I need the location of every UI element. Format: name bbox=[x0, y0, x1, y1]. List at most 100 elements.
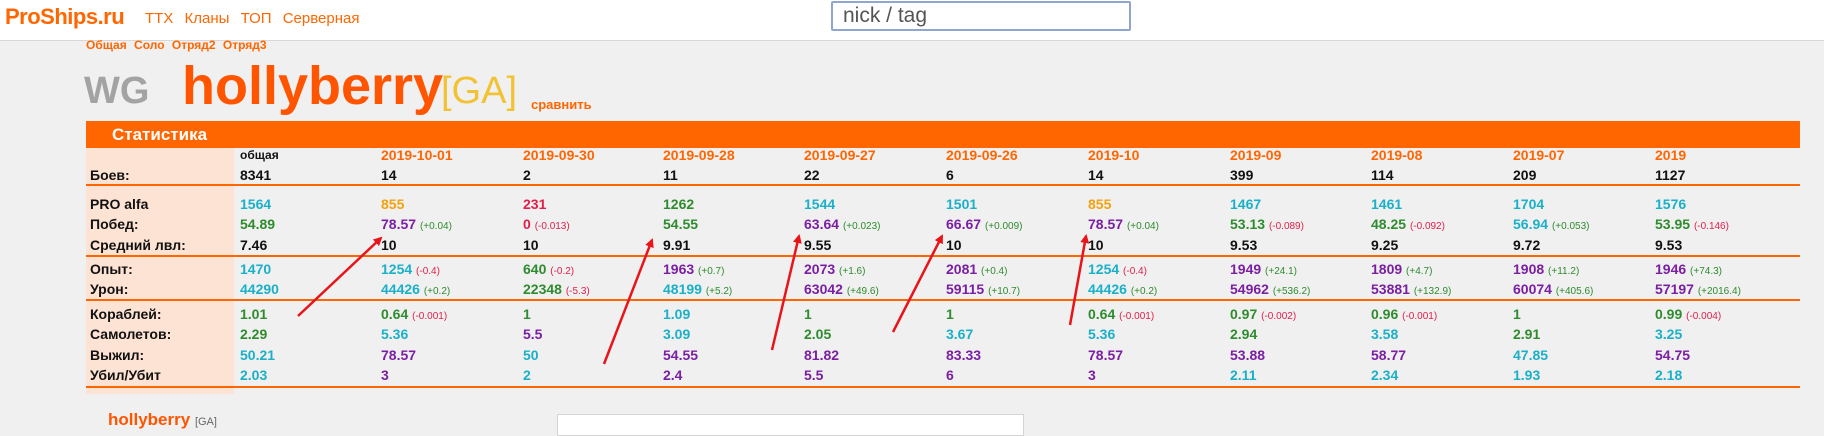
stat-value: 1576 bbox=[1655, 196, 1687, 212]
stat-value: 1949 bbox=[1230, 261, 1262, 277]
stat-delta: (-0.092) bbox=[1409, 221, 1445, 232]
stat-cell: 3 bbox=[1088, 365, 1096, 385]
clan-tag[interactable]: [GA] bbox=[441, 70, 517, 113]
stat-cell: 57197 (+2016.4) bbox=[1655, 279, 1741, 302]
stat-cell: 2.03 bbox=[240, 365, 267, 385]
stat-value: 2.4 bbox=[663, 367, 683, 383]
tab-division2[interactable]: Отряд2 bbox=[172, 38, 216, 52]
stat-cell: 5.36 bbox=[1088, 324, 1115, 344]
stat-cell: 1262 bbox=[663, 194, 694, 214]
tab-overall[interactable]: Общая bbox=[86, 38, 127, 52]
nav-top[interactable]: ТОП bbox=[241, 10, 272, 27]
stat-delta: (+5.2) bbox=[705, 286, 733, 297]
stat-value: 2 bbox=[523, 167, 531, 183]
row-label: Урон: bbox=[90, 281, 129, 297]
stat-value: 1 bbox=[946, 306, 954, 322]
stat-value: 1908 bbox=[1513, 261, 1545, 277]
compare-link[interactable]: сравнить bbox=[531, 97, 592, 112]
stat-cell: 1.01 bbox=[240, 304, 267, 324]
stat-value: 63.64 bbox=[804, 216, 840, 232]
column-header-period[interactable]: 2019-10 bbox=[1088, 145, 1139, 165]
stat-cell: 1467 bbox=[1230, 194, 1261, 214]
stats-row: PRO alfa 1564 855 231 1262 1544 1501 855 1467 146… bbox=[86, 194, 1800, 214]
stat-delta: (-0.004) bbox=[1686, 311, 1722, 322]
column-header-period[interactable]: 2019-10-01 bbox=[381, 145, 453, 165]
stat-value: 1809 bbox=[1371, 261, 1403, 277]
search-input[interactable] bbox=[831, 1, 1131, 31]
stat-cell: 5.36 bbox=[381, 324, 408, 344]
stat-value: 3.58 bbox=[1371, 326, 1399, 342]
stat-value: 47.85 bbox=[1513, 347, 1549, 363]
stat-value: 1.93 bbox=[1513, 367, 1541, 383]
stat-value: 22348 bbox=[523, 281, 562, 297]
stat-delta: (+74.3) bbox=[1690, 266, 1723, 277]
stat-value: 9.72 bbox=[1513, 237, 1541, 253]
stat-value: 1 bbox=[1513, 306, 1521, 322]
stat-cell: 78.57 bbox=[381, 345, 416, 365]
nav-server[interactable]: Серверная bbox=[283, 10, 360, 27]
stat-value: 53.95 bbox=[1655, 216, 1691, 232]
stat-cell: 54.89 bbox=[240, 214, 275, 234]
stat-cell: 54.55 bbox=[663, 214, 698, 234]
column-header-period[interactable]: 2019-07 bbox=[1513, 145, 1564, 165]
site-logo[interactable]: ProShips.ru bbox=[5, 4, 125, 30]
row-label: PRO alfa bbox=[90, 196, 149, 212]
stat-value: 2.05 bbox=[804, 326, 832, 342]
stat-cell: 3.67 bbox=[946, 324, 973, 344]
stat-value: 2 bbox=[523, 367, 531, 383]
stat-value: 0 bbox=[523, 216, 531, 232]
bottom-player-name: hollyberry [GA] bbox=[108, 410, 217, 430]
stat-cell: 855 bbox=[1088, 194, 1111, 214]
column-header-period[interactable]: 2019-09-26 bbox=[946, 145, 1018, 165]
stat-delta: (-0.013) bbox=[534, 221, 570, 232]
stat-cell: 3.25 bbox=[1655, 324, 1682, 344]
stat-value: 2.11 bbox=[1230, 367, 1257, 383]
stat-value: 10 bbox=[523, 237, 539, 253]
stat-cell: 48199 (+5.2) bbox=[663, 279, 732, 302]
stat-cell: 2.29 bbox=[240, 324, 267, 344]
stat-value: 855 bbox=[381, 196, 405, 212]
stat-cell: 53881 (+132.9) bbox=[1371, 279, 1451, 302]
stat-cell: 63042 (+49.6) bbox=[804, 279, 879, 302]
column-header-period[interactable]: 2019-09-28 bbox=[663, 145, 735, 165]
stat-delta: (-0.089) bbox=[1268, 221, 1304, 232]
stat-value: 1 bbox=[523, 306, 531, 322]
tab-solo[interactable]: Соло bbox=[134, 38, 165, 52]
nav-ttx[interactable]: ТТХ bbox=[145, 10, 173, 27]
stat-value: 54962 bbox=[1230, 281, 1269, 297]
stat-cell: 10 bbox=[523, 235, 539, 255]
stat-value: 54.89 bbox=[240, 216, 276, 232]
stat-value: 1467 bbox=[1230, 196, 1262, 212]
stats-row: Опыт: 1470 1254 (-0.4) 640 (-0.2) 1963 (+0.7… bbox=[86, 259, 1800, 279]
stat-value: 78.57 bbox=[1088, 347, 1124, 363]
stat-value: 1254 bbox=[1088, 261, 1120, 277]
stat-cell: 9.91 bbox=[663, 235, 690, 255]
stat-value: 1127 bbox=[1655, 167, 1686, 183]
stat-value: 5.5 bbox=[523, 326, 543, 342]
nav-clans[interactable]: Кланы bbox=[185, 10, 230, 27]
column-header-period[interactable]: 2019 bbox=[1655, 145, 1686, 165]
stat-cell: 10 bbox=[381, 235, 397, 255]
column-header-period[interactable]: 2019-09-30 bbox=[523, 145, 595, 165]
stat-delta: (-0.4) bbox=[416, 266, 440, 277]
stats-row: Средний лвл: 7.46 10 10 9.91 9.55 10 10 9.53 9.25… bbox=[86, 235, 1800, 255]
stat-cell: 22348 (-5.3) bbox=[523, 279, 590, 302]
stat-value: 0.99 bbox=[1655, 306, 1683, 322]
column-header-period[interactable]: 2019-09-27 bbox=[804, 145, 876, 165]
stat-cell: 2.4 bbox=[663, 365, 682, 385]
stat-cell: 1501 bbox=[946, 194, 977, 214]
stats-row: Боев: 8341 14 2 11 22 6 14 399 114 209 1127 bbox=[86, 165, 1800, 185]
stat-cell: 9.53 bbox=[1655, 235, 1682, 255]
column-header-period[interactable]: 2019-08 bbox=[1371, 145, 1422, 165]
stat-cell: 47.85 bbox=[1513, 345, 1548, 365]
stat-cell: 2.94 bbox=[1230, 324, 1257, 344]
stat-value: 50.21 bbox=[240, 347, 276, 363]
stat-delta: (+0.2) bbox=[423, 286, 451, 297]
stat-delta: (+0.04) bbox=[1126, 221, 1159, 232]
stat-cell: 50 bbox=[523, 345, 539, 365]
row-label: Кораблей: bbox=[90, 306, 162, 322]
column-header-period[interactable]: 2019-09 bbox=[1230, 145, 1281, 165]
tab-division3[interactable]: Отряд3 bbox=[223, 38, 267, 52]
stat-value: 3 bbox=[381, 367, 389, 383]
stat-cell: 9.55 bbox=[804, 235, 831, 255]
